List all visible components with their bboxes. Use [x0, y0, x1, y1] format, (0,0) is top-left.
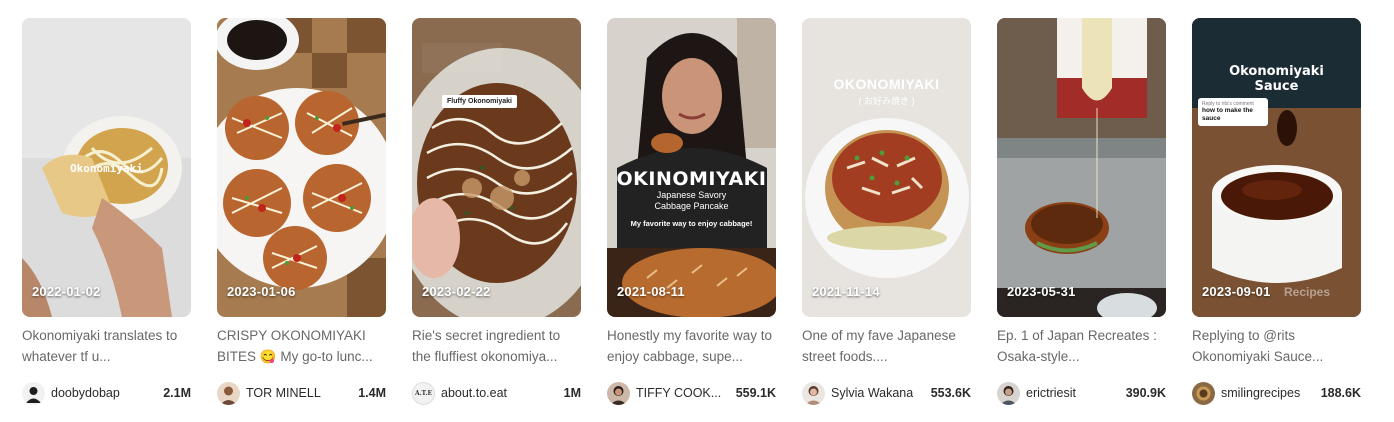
creator-name[interactable]: TOR MINELL	[246, 386, 321, 400]
thumbnail-image	[412, 18, 581, 317]
creator-name[interactable]: erictriesit	[1026, 386, 1076, 400]
video-caption[interactable]: Rie's secret ingredient to the fluffiest…	[412, 325, 581, 367]
video-card[interactable]: Fluffy Okonomiyaki 2023-02-22 Rie's secr…	[412, 18, 581, 408]
view-count: 553.6K	[930, 386, 971, 400]
creator-row: doobydobap 2.1M	[22, 381, 191, 405]
video-caption[interactable]: Ep. 1 of Japan Recreates : Osaka-style..…	[997, 325, 1166, 367]
view-count: 559.1K	[735, 386, 776, 400]
video-thumbnail[interactable]: 2023-05-31	[997, 18, 1166, 317]
video-thumbnail[interactable]: Fluffy Okonomiyaki 2023-02-22	[412, 18, 581, 317]
video-card[interactable]: 2023-05-31 Ep. 1 of Japan Recreates : Os…	[997, 18, 1166, 408]
video-card[interactable]: Okonomiyaki Sauce Reply to rits's commen…	[1192, 18, 1361, 408]
creator-name[interactable]: doobydobap	[51, 386, 120, 400]
creator-name[interactable]: Sylvia Wakana	[831, 386, 913, 400]
video-thumbnail[interactable]: Okonomiyaki 2022-01-02	[22, 18, 191, 317]
video-overlay-text: OKINOMIYAKI	[616, 168, 767, 190]
view-count: 1.4M	[358, 386, 386, 400]
video-results-grid: Okonomiyaki 2022-01-02 Okonomiyaki trans…	[0, 0, 1394, 422]
video-overlay-subtitle: Sauce	[1254, 79, 1299, 94]
video-overlay-text: OKONOMIYAKI	[833, 76, 940, 92]
view-count: 1M	[563, 386, 581, 400]
creator-avatar[interactable]	[1192, 381, 1215, 405]
video-date: 2023-01-06	[227, 284, 296, 299]
creator-name[interactable]: TIFFY COOK...	[636, 386, 721, 400]
video-thumbnail[interactable]: Okonomiyaki Sauce Reply to rits's commen…	[1192, 18, 1361, 317]
video-card[interactable]: Okonomiyaki 2022-01-02 Okonomiyaki trans…	[22, 18, 191, 408]
creator-row: Sylvia Wakana 553.6K	[802, 381, 971, 405]
video-thumbnail[interactable]: OKONOMIYAKI ( お好み焼き ) 2021-11-14	[802, 18, 971, 317]
creator-name[interactable]: about.to.eat	[441, 386, 507, 400]
video-overlay-subtitle: ( お好み焼き )	[858, 96, 915, 106]
creator-avatar[interactable]	[607, 381, 630, 405]
video-card[interactable]: OKINOMIYAKI Japanese Savory Cabbage Panc…	[607, 18, 776, 408]
view-count: 390.9K	[1125, 386, 1166, 400]
video-thumbnail[interactable]: 2023-01-06	[217, 18, 386, 317]
creator-row: TOR MINELL 1.4M	[217, 381, 386, 405]
creator-row: erictriesit 390.9K	[997, 381, 1166, 405]
thumbnail-image	[997, 18, 1166, 317]
creator-avatar[interactable]: A.T.E	[412, 381, 435, 405]
video-caption[interactable]: Honestly my favorite way to enjoy cabbag…	[607, 325, 776, 367]
video-card[interactable]: 2023-01-06 CRISPY OKONOMIYAKI BITES 😋 My…	[217, 18, 386, 408]
video-overlay-text: Fluffy Okonomiyaki	[442, 95, 517, 108]
video-date: 2022-01-02	[32, 284, 101, 299]
video-caption[interactable]: CRISPY OKONOMIYAKI BITES 😋 My go-to lunc…	[217, 325, 386, 367]
video-date: 2023-05-31	[1007, 284, 1076, 299]
creator-avatar[interactable]	[22, 381, 45, 405]
video-overlay-text: Okonomiyaki	[70, 162, 143, 175]
thumbnail-image	[217, 18, 386, 317]
video-date: 2023-02-22	[422, 284, 491, 299]
reply-bubble-text: how to make the sauce	[1202, 107, 1253, 122]
video-date: 2021-08-11	[617, 284, 685, 299]
view-count: 2.1M	[163, 386, 191, 400]
thumbnail-image	[802, 18, 971, 317]
video-thumbnail[interactable]: OKINOMIYAKI Japanese Savory Cabbage Panc…	[607, 18, 776, 317]
view-count: 188.6K	[1320, 386, 1361, 400]
creator-avatar[interactable]	[802, 381, 825, 405]
creator-avatar-text: A.T.E	[414, 389, 433, 397]
creator-avatar[interactable]	[217, 381, 240, 405]
reply-bubble: Reply to rits's comment how to make the …	[1198, 98, 1268, 126]
creator-row: TIFFY COOK... 559.1K	[607, 381, 776, 405]
video-overlay-subtitle: Japanese Savory	[656, 190, 727, 200]
creator-name[interactable]: smilingrecipes	[1221, 386, 1300, 400]
creator-row: smilingrecipes 188.6K	[1192, 381, 1361, 405]
thumbnail-image	[1192, 18, 1361, 317]
video-date: 2021-11-14	[812, 284, 880, 299]
video-caption[interactable]: Replying to @rits Okonomiyaki Sauce...	[1192, 325, 1361, 367]
video-date: 2023-09-01	[1202, 284, 1271, 299]
video-caption[interactable]: One of my fave Japanese street foods....	[802, 325, 971, 367]
video-caption[interactable]: Okonomiyaki translates to whatever tf u.…	[22, 325, 191, 367]
video-card[interactable]: OKONOMIYAKI ( お好み焼き ) 2021-11-14 One of …	[802, 18, 971, 408]
video-overlay-text: Okonomiyaki	[1229, 64, 1324, 79]
video-overlay-subtitle: My favorite way to enjoy cabbage!	[630, 219, 753, 228]
video-overlay-subtitle: Cabbage Pancake	[654, 201, 729, 211]
creator-avatar[interactable]	[997, 381, 1020, 405]
video-watermark: Recipes	[1284, 285, 1331, 299]
creator-row: A.T.E about.to.eat 1M	[412, 381, 581, 405]
